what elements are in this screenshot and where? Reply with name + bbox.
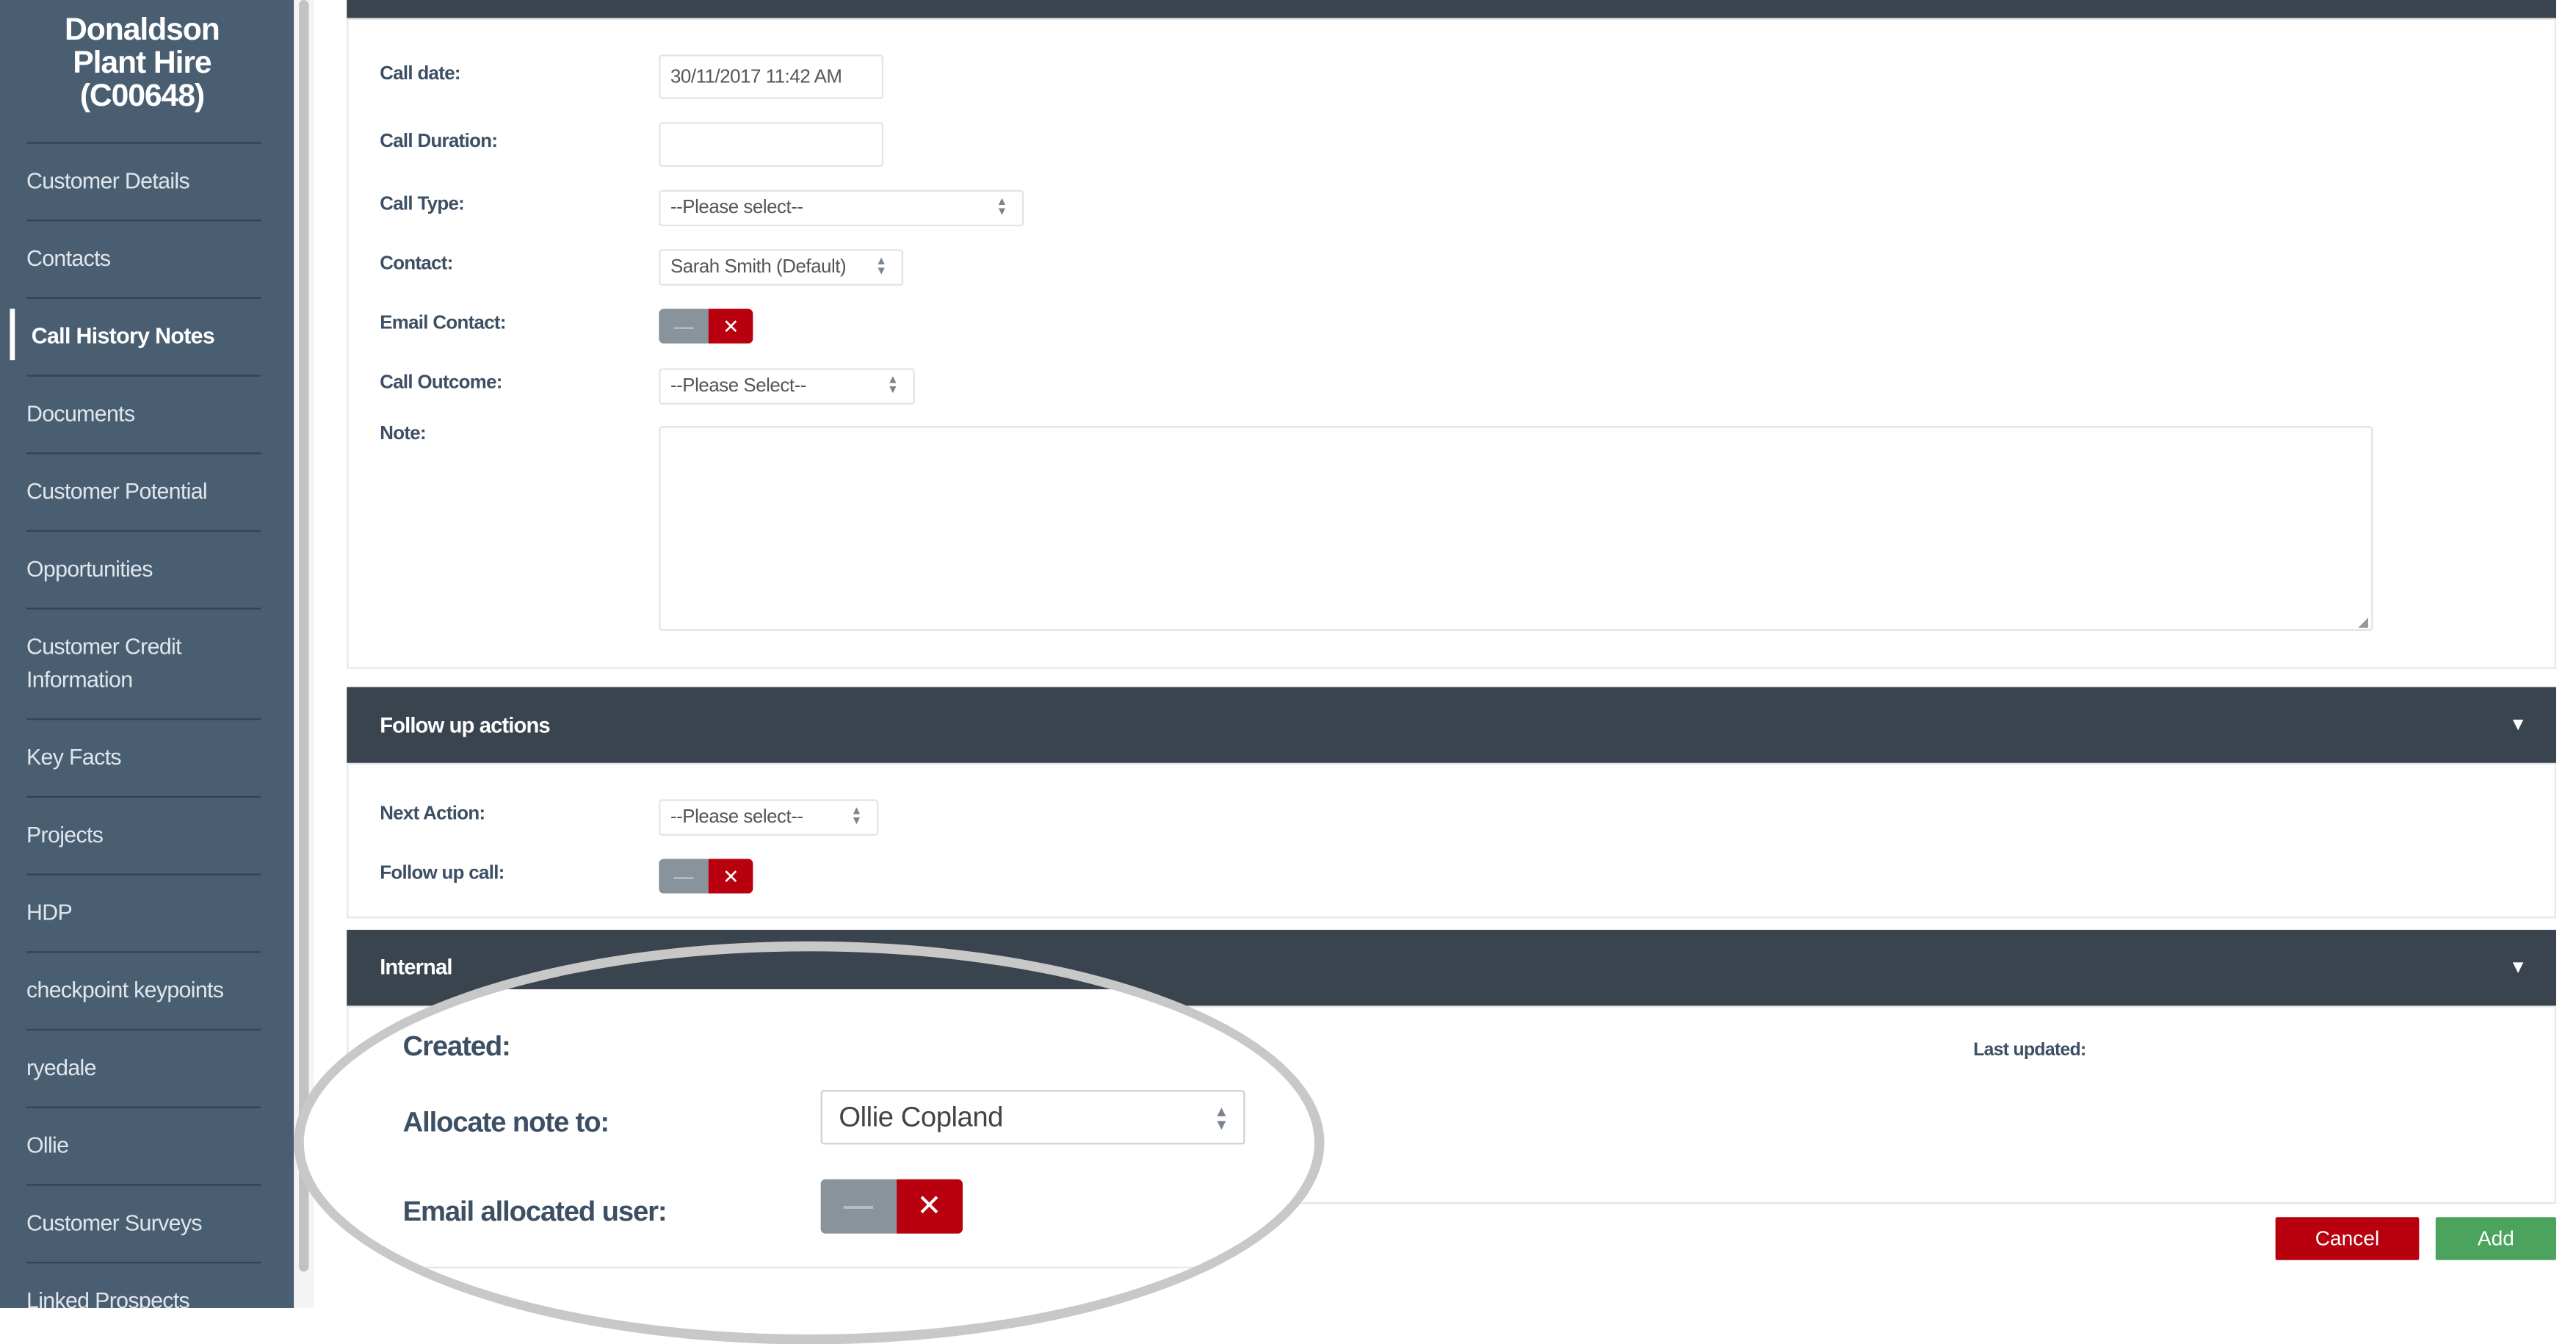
sidebar-divider [26,530,261,532]
customer-code: (C00648) [79,79,205,115]
contact-label: Contact: [380,254,453,275]
last-updated-label: Last updated: [1973,1040,2086,1061]
sidebar-divider [26,1262,261,1264]
toggle-off-icon: — [659,308,709,344]
customer-title-line: Plant Hire [73,46,211,82]
sidebar-divider [26,873,261,875]
follow-up-header[interactable]: Follow up actions ▼ [347,687,2556,763]
contact-select[interactable]: Sarah Smith (Default) ▲ ▼ [659,249,904,286]
follow-up-call-label: Follow up call: [380,864,504,884]
sidebar: Donaldson Plant Hire (C00648) Customer D… [0,0,294,1308]
sidebar-item-contacts[interactable]: Contacts [26,243,258,276]
sidebar-item-projects[interactable]: Projects [26,819,258,852]
close-x-icon: ✕ [709,859,753,894]
magnified-panel-border [347,1266,1314,1269]
sidebar-divider [26,297,261,300]
close-x-icon: ✕ [709,308,753,344]
customer-title: Donaldson Plant Hire (C00648) [0,12,284,115]
call-details-header [347,0,2556,18]
caret-down-icon[interactable]: ▼ [2509,958,2527,978]
call-outcome-select[interactable]: --Please Select-- ▲ ▼ [659,368,915,405]
allocate-note-label: Allocate note to: [402,1106,609,1138]
sidebar-item-hdp[interactable]: HDP [26,897,258,930]
sidebar-item-opportunities[interactable]: Opportunities [26,553,258,586]
call-outcome-label: Call Outcome: [380,373,502,394]
sidebar-item-checkpoint-keypoints[interactable]: checkpoint keypoints [26,975,258,1008]
call-outcome-value: --Please Select-- [670,376,806,397]
sidebar-divider [26,795,261,798]
sidebar-scrollbar-thumb[interactable] [299,0,309,1272]
email-contact-toggle[interactable]: — ✕ [659,308,753,344]
toggle-off-icon: — [659,859,709,894]
sidebar-divider [26,951,261,953]
sidebar-item-linked-prospects[interactable]: Linked Prospects [26,1285,258,1308]
allocate-note-select[interactable]: Ollie Copland ▲ ▼ [820,1090,1245,1145]
select-arrows-icon: ▲ ▼ [850,806,863,828]
add-button[interactable]: Add [2435,1217,2556,1260]
sidebar-divider [26,1028,261,1031]
call-date-input[interactable]: 30/11/2017 11:42 AM [659,54,884,99]
sidebar-divider [26,607,261,610]
close-x-icon: ✕ [896,1179,963,1234]
sidebar-divider [26,142,261,144]
call-duration-label: Call Duration: [380,131,498,152]
resize-handle-icon[interactable]: ◢ [2358,615,2368,629]
sidebar-divider [26,375,261,377]
contact-value: Sarah Smith (Default) [670,257,847,278]
call-type-label: Call Type: [380,195,465,215]
created-label: Created: [402,1030,511,1062]
follow-up-call-toggle[interactable]: — ✕ [659,859,753,894]
call-date-label: Call date: [380,64,460,84]
select-arrows-icon: ▲ ▼ [887,375,899,397]
caret-down-icon[interactable]: ▼ [2509,715,2527,735]
internal-title: Internal [380,954,452,980]
next-action-value: --Please select-- [670,807,803,828]
sidebar-divider [26,452,261,455]
allocate-note-value: Ollie Copland [839,1100,1004,1132]
sidebar-item-customer-surveys[interactable]: Customer Surveys [26,1207,258,1240]
select-arrows-icon: ▲ ▼ [996,196,1008,218]
sidebar-item-documents[interactable]: Documents [26,398,258,431]
sidebar-item-ryedale[interactable]: ryedale [26,1052,258,1085]
sidebar-item-customer-details[interactable]: Customer Details [26,165,258,198]
select-arrows-icon: ▲ ▼ [875,256,887,278]
sidebar-item-ollie[interactable]: Ollie [26,1130,258,1163]
email-contact-label: Email Contact: [380,314,506,334]
call-date-value: 30/11/2017 11:42 AM [670,67,842,87]
sidebar-item-call-history-notes[interactable]: Call History Notes [32,320,263,353]
call-type-value: --Please select-- [670,198,803,218]
sidebar-item-customer-potential[interactable]: Customer Potential [26,476,258,509]
sidebar-divider [26,1184,261,1186]
email-allocated-label: Email allocated user: [402,1196,667,1227]
sidebar-item-customer-credit-information[interactable]: Customer Credit Information [26,631,258,697]
call-duration-input[interactable] [659,122,884,167]
sidebar-divider [26,718,261,720]
customer-title-line: Donaldson [65,12,220,48]
email-allocated-toggle[interactable]: — ✕ [820,1179,963,1234]
sidebar-divider [26,1106,261,1108]
sidebar-item-key-facts[interactable]: Key Facts [26,742,258,775]
note-label: Note: [380,424,426,444]
follow-up-panel [347,762,2556,919]
follow-up-title: Follow up actions [380,712,550,738]
next-action-label: Next Action: [380,804,485,825]
toggle-off-icon: — [820,1179,897,1234]
cancel-button[interactable]: Cancel [2275,1217,2420,1260]
select-arrows-icon: ▲ ▼ [1214,1102,1229,1132]
active-indicator [10,308,15,361]
sidebar-divider [26,220,261,222]
next-action-select[interactable]: --Please select-- ▲ ▼ [659,799,879,836]
call-type-select[interactable]: --Please select-- ▲ ▼ [659,189,1024,227]
note-textarea[interactable]: ◢ [659,426,2373,632]
magnifier-highlight: Created: Allocate note to: Ollie Copland… [294,941,1325,1344]
